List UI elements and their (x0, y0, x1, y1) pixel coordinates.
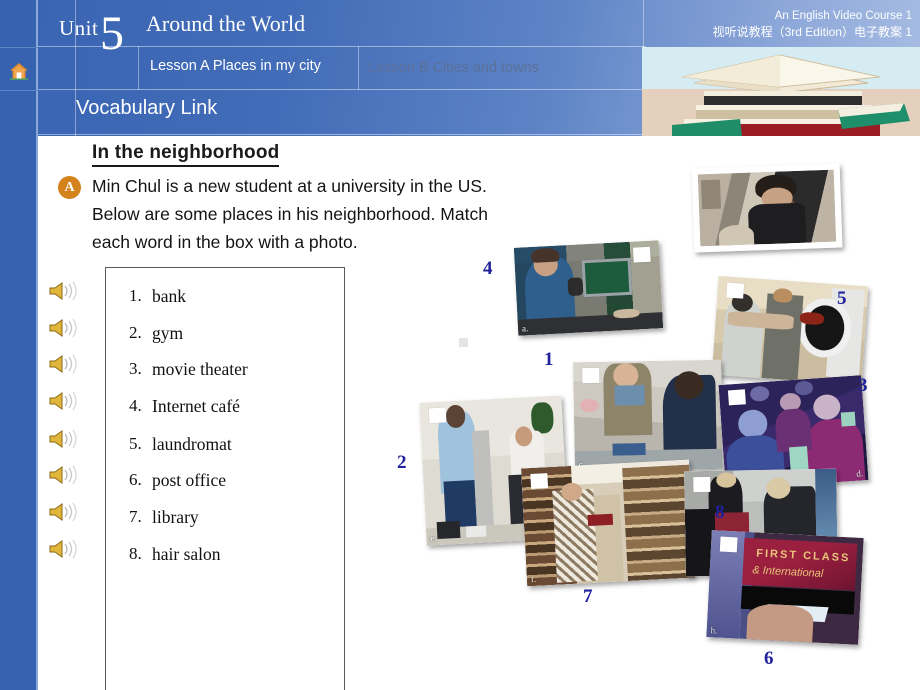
answer-number-for-photo-b: 5 (837, 288, 847, 309)
left-navigation-rail (0, 0, 38, 690)
unit-number: 5 (100, 7, 124, 60)
answer-blank-box[interactable] (632, 246, 651, 263)
answer-blank-box[interactable] (530, 473, 549, 489)
unit-label: Unit (59, 16, 99, 40)
header-divider-bottom (38, 134, 646, 135)
photo-letter-f: f. (530, 573, 537, 585)
slide-page: Unit 5 Around the World Lesson A Places … (0, 0, 920, 690)
answer-number-for-photo-d: 3 (858, 375, 868, 396)
unit-title: Around the World (146, 11, 306, 36)
page-title: Vocabulary Link (76, 97, 218, 119)
answer-number-for-photo-c: 1 (544, 349, 554, 370)
post-office-photo[interactable]: FIRST CLASS & International h. (706, 530, 864, 645)
min-chul-portrait-photo[interactable] (691, 163, 843, 253)
photo-letter-h: h. (710, 625, 718, 636)
header-vline-lessonA (138, 46, 139, 90)
photo-collage: 4 a. 5 1 c. 3 d. 2 e. 7 f. 8 6 FIRST CLA… (40, 136, 920, 690)
answer-number-for-photo-g: 8 (715, 502, 725, 523)
course-meta-line-cn: 视听说教程（3rd Edition）电子教案 1 (712, 25, 912, 39)
tab-lesson-a[interactable]: Lesson A Places in my city (150, 58, 321, 74)
answer-number-for-photo-a: 4 (483, 258, 493, 279)
answer-number-for-photo-f: 7 (583, 586, 593, 607)
answer-blank-box[interactable] (582, 367, 600, 384)
header-vline-lessonB (358, 46, 359, 90)
tab-lesson-b[interactable]: Lesson B Cities and towns (368, 60, 539, 76)
header-divider-mid (38, 89, 646, 90)
rail-divider-1 (0, 47, 38, 48)
answer-number-for-photo-h: 6 (764, 648, 774, 669)
worksheet-body: In the neighborhood A Min Chul is a new … (40, 136, 920, 690)
rail-divider-2 (0, 90, 38, 91)
photo-letter-e: e. (430, 533, 437, 544)
course-meta-line-en: An English Video Course 1 (774, 10, 912, 22)
answer-number-for-photo-e: 2 (397, 452, 407, 473)
photo-letter-a: a. (521, 323, 529, 334)
stack-of-books-image (642, 47, 920, 136)
home-icon[interactable] (9, 62, 29, 80)
answer-blank-box[interactable] (726, 282, 745, 299)
answer-blank-box[interactable] (719, 536, 738, 553)
course-meta: An English Video Course 1 视听说教程（3rd Edit… (713, 8, 912, 40)
header-divider-top (38, 46, 646, 47)
placeholder-square (459, 338, 468, 347)
answer-blank-box[interactable] (693, 476, 711, 493)
bank-photo[interactable]: c. (573, 359, 723, 472)
answer-blank-box[interactable] (727, 389, 746, 406)
slide-header: Unit 5 Around the World Lesson A Places … (38, 0, 920, 136)
photo-letter-d: d. (855, 468, 864, 479)
library-photo[interactable]: f. (521, 459, 695, 587)
internet-cafe-photo[interactable]: a. (513, 240, 664, 336)
answer-blank-box[interactable] (428, 407, 447, 424)
